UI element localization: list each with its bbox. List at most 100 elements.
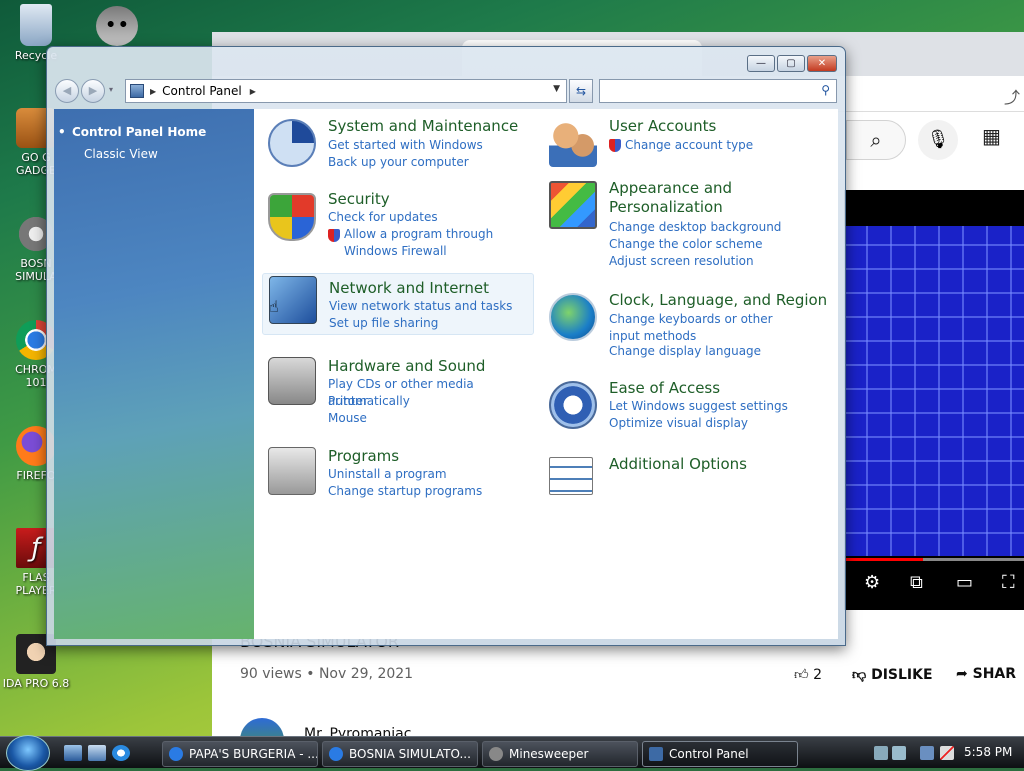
taskbar-button-minesweeper[interactable]: Minesweeper <box>482 741 638 767</box>
share-icon[interactable]: ⤴ <box>1004 84 1020 108</box>
task-pane: Control Panel Home Classic View <box>54 109 254 639</box>
search-icon[interactable]: ⚲ <box>821 83 830 97</box>
minimize-button[interactable]: — <box>747 55 775 72</box>
window-buttons: — ▢ ✕ <box>745 55 837 72</box>
chrome-icon <box>329 747 343 761</box>
device-icon[interactable] <box>874 746 888 760</box>
network-tray-icon[interactable] <box>920 746 934 760</box>
taskbar-button-label: PAPA'S BURGERIA - ... <box>189 747 318 761</box>
category-link[interactable]: Back up your computer <box>328 154 538 171</box>
user-accounts-icon[interactable] <box>549 119 597 167</box>
removable-device-icon[interactable] <box>892 746 906 760</box>
raccoon-icon[interactable] <box>96 6 138 46</box>
microphone-icon[interactable]: 🎙 <box>918 120 958 160</box>
clock[interactable]: 5:58 PM <box>964 745 1012 759</box>
category-appearance-personalization: Appearance and Personalization Change de… <box>543 179 815 271</box>
category-title[interactable]: Additional Options <box>609 455 819 474</box>
taskbar-button-label: BOSNIA SIMULATO... <box>349 747 471 761</box>
taskbar-button-bosnia-simulator[interactable]: BOSNIA SIMULATO... <box>322 741 478 767</box>
category-title[interactable]: User Accounts <box>609 117 819 136</box>
volume-muted-icon[interactable] <box>940 746 954 760</box>
breadcrumb-arrow-icon[interactable]: ▶ <box>150 87 156 96</box>
dislike-label: DISLIKE <box>871 667 933 683</box>
control-panel-window: — ▢ ✕ ◀ ▶ ▾ ▶ Control Panel ▶ ▼ ⇆ ⚲ Cont… <box>46 46 846 646</box>
category-link[interactable]: Change startup programs <box>328 483 538 500</box>
video-progress-bar[interactable] <box>844 558 1024 561</box>
category-ease-of-access: Ease of Access Let Windows suggest setti… <box>543 379 815 435</box>
fullscreen-icon[interactable]: ⛶ <box>1002 572 1015 593</box>
address-bar[interactable]: ▶ Control Panel ▶ ▼ <box>125 79 567 103</box>
taskbar: PAPA'S BURGERIA - ... BOSNIA SIMULATO...… <box>0 735 1024 771</box>
category-title[interactable]: Security <box>328 190 538 209</box>
recent-pages-dropdown-icon[interactable]: ▾ <box>109 85 113 94</box>
category-link[interactable]: Change desktop background <box>609 219 819 236</box>
system-maintenance-icon[interactable] <box>268 119 316 167</box>
appearance-icon[interactable] <box>549 181 597 229</box>
category-link[interactable]: Change keyboards or other input methods <box>609 311 799 345</box>
ease-of-access-icon[interactable] <box>549 381 597 429</box>
like-button[interactable]: 👍︎ 2 <box>794 666 822 683</box>
theater-mode-icon[interactable]: ▭ <box>956 572 973 593</box>
switch-windows-icon[interactable] <box>88 745 106 761</box>
category-link[interactable]: Adjust screen resolution <box>609 253 819 270</box>
address-dropdown-icon[interactable]: ▼ <box>553 84 560 94</box>
search-input[interactable] <box>600 80 810 102</box>
video-meta: 90 views • Nov 29, 2021 <box>240 666 414 682</box>
breadcrumb-control-panel[interactable]: Control Panel <box>162 84 242 98</box>
category-link[interactable]: Get started with Windows <box>328 137 538 154</box>
start-button[interactable] <box>6 735 50 771</box>
control-panel-home-link[interactable]: Control Panel Home <box>58 125 206 139</box>
category-title[interactable]: Ease of Access <box>609 379 819 398</box>
search-icon[interactable]: ⌕ <box>846 120 906 160</box>
category-link[interactable]: Check for updates <box>328 209 538 226</box>
category-programs: Programs Uninstall a program Change star… <box>262 445 534 505</box>
share-button[interactable]: ➦ SHAR <box>956 666 1016 682</box>
miniplayer-icon[interactable]: ⧉ <box>910 572 923 593</box>
category-title[interactable]: Hardware and Sound <box>328 357 538 376</box>
programs-icon[interactable] <box>268 447 316 495</box>
category-link[interactable]: View network status and tasks <box>329 298 539 315</box>
show-desktop-icon[interactable] <box>64 745 82 761</box>
video-progress-fill <box>844 558 924 561</box>
refresh-button[interactable]: ⇆ <box>569 79 593 103</box>
taskbar-button-papas-burgeria[interactable]: PAPA'S BURGERIA - ... <box>162 741 318 767</box>
search-box[interactable]: ⚲ <box>599 79 837 103</box>
hardware-icon[interactable] <box>268 357 316 405</box>
breadcrumb-arrow-icon[interactable]: ▶ <box>250 87 256 96</box>
dislike-button[interactable]: 👎︎ DISLIKE <box>852 666 933 683</box>
share-arrow-icon: ➦ <box>956 666 973 682</box>
category-link[interactable]: Optimize visual display <box>609 415 819 432</box>
additional-options-icon[interactable] <box>549 457 593 495</box>
category-link-with-shield[interactable]: Allow a program through Windows Firewall <box>328 226 540 260</box>
category-title[interactable]: System and Maintenance <box>328 117 538 136</box>
classic-view-link[interactable]: Classic View <box>84 147 158 161</box>
close-button[interactable]: ✕ <box>807 55 837 72</box>
uac-shield-icon <box>328 229 340 242</box>
video-player[interactable]: ⚙ ⧉ ▭ ⛶ <box>844 190 1024 610</box>
category-title[interactable]: Clock, Language, and Region <box>609 291 829 310</box>
apps-grid-icon[interactable]: ▦ <box>982 124 1001 148</box>
system-tray: 5:58 PM <box>866 737 1024 769</box>
clock-globe-icon[interactable] <box>549 293 597 341</box>
category-system-maintenance: System and Maintenance Get started with … <box>262 117 534 177</box>
category-link[interactable]: Set up file sharing <box>329 315 539 332</box>
settings-gear-icon[interactable]: ⚙ <box>864 572 880 593</box>
back-button[interactable]: ◀ <box>55 79 79 103</box>
navigation-buttons: ◀ ▶ <box>55 79 107 103</box>
maximize-button[interactable]: ▢ <box>777 55 805 72</box>
internet-explorer-icon[interactable] <box>112 745 130 761</box>
category-title[interactable]: Programs <box>328 447 538 466</box>
category-link[interactable]: Let Windows suggest settings <box>609 398 819 415</box>
category-link[interactable]: Change the color scheme <box>609 236 819 253</box>
category-link[interactable]: Uninstall a program <box>328 466 538 483</box>
category-title[interactable]: Network and Internet <box>329 279 539 298</box>
taskbar-button-control-panel[interactable]: Control Panel <box>642 741 798 767</box>
category-link[interactable]: Change display language <box>609 343 819 360</box>
security-shield-icon[interactable] <box>268 193 316 241</box>
category-title[interactable]: Appearance and Personalization <box>609 179 759 217</box>
mouse-cursor-icon: ☝ <box>269 297 279 316</box>
category-link[interactable]: Mouse <box>328 410 538 427</box>
forward-button[interactable]: ▶ <box>81 79 105 103</box>
category-link-with-shield[interactable]: Change account type <box>609 137 819 154</box>
category-link[interactable]: Printer <box>328 393 538 410</box>
